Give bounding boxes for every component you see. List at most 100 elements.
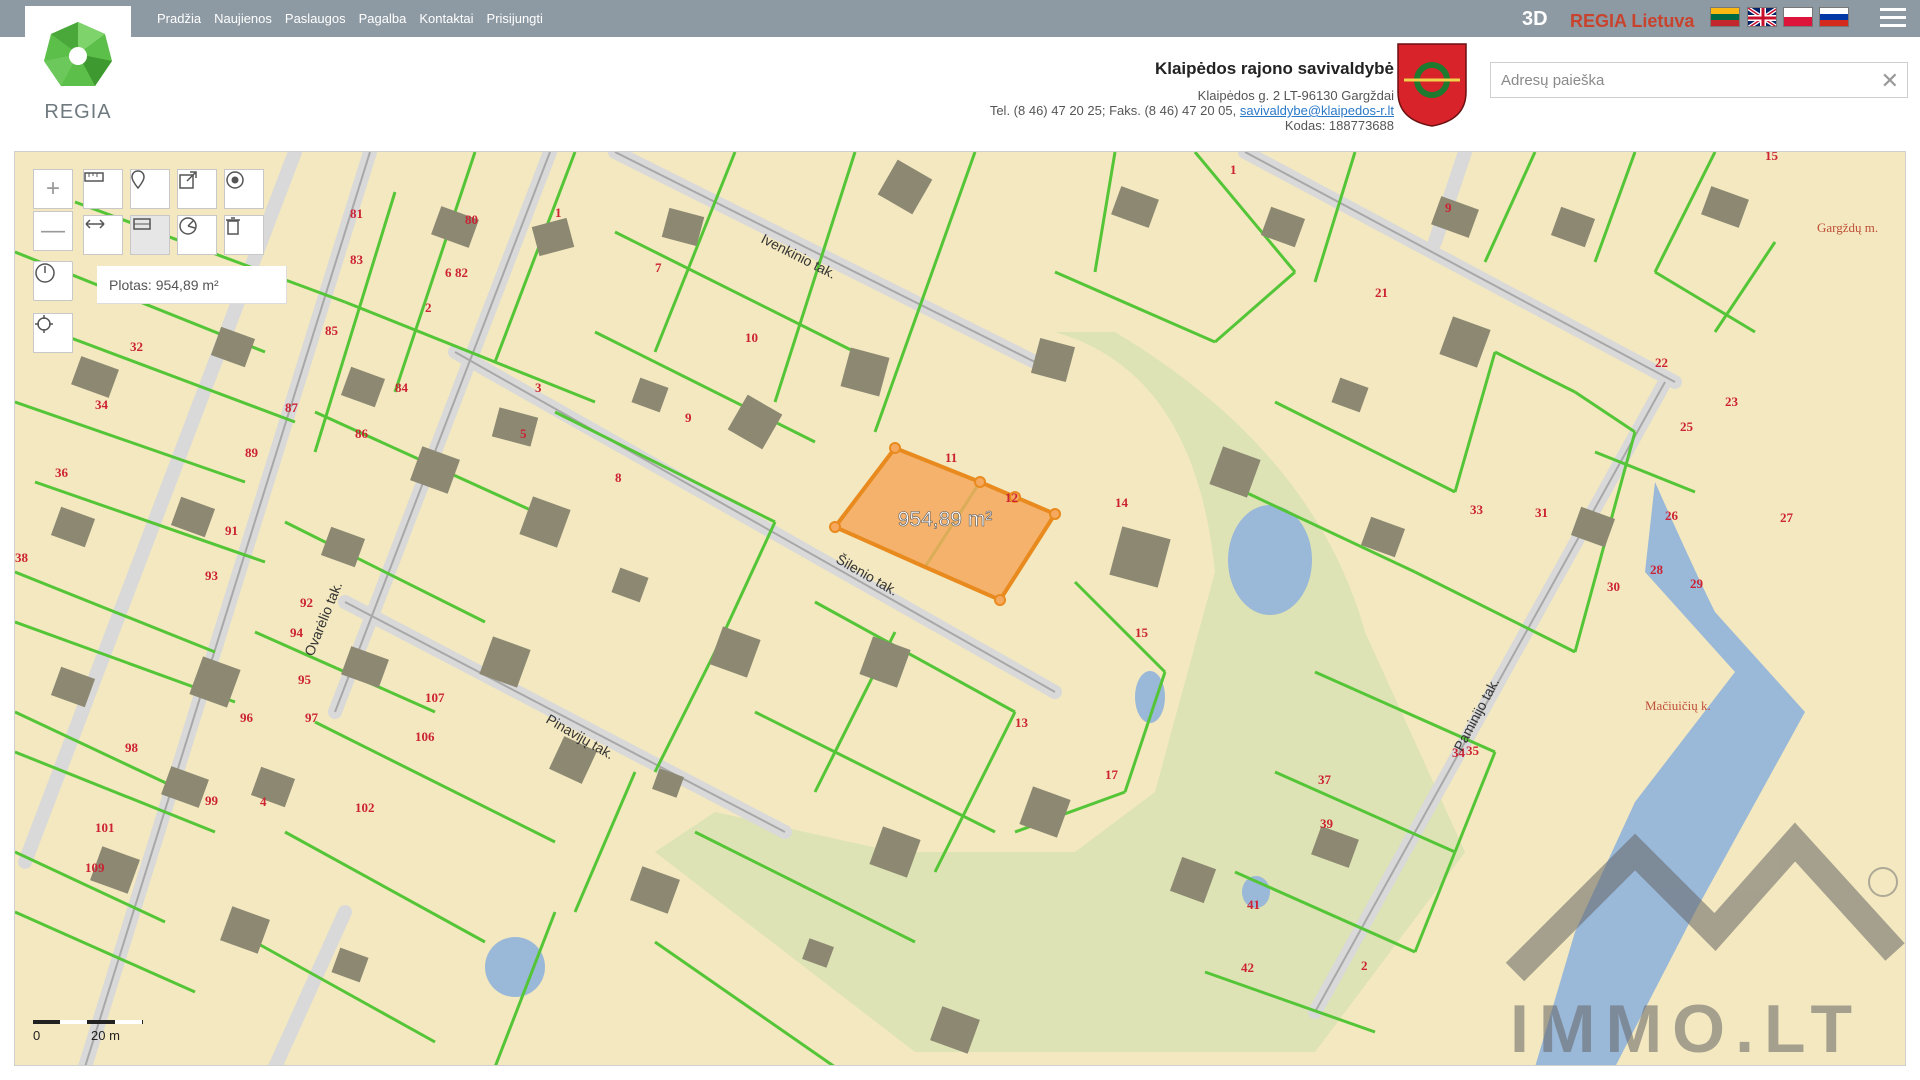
measure-area-button[interactable]: [130, 215, 170, 255]
svg-text:26: 26: [1665, 508, 1679, 523]
svg-text:102: 102: [355, 800, 375, 815]
map-canvas[interactable]: 954,89 m² 81 80 18382285843234 878689369193…: [15, 152, 1906, 1066]
flag-pl-icon[interactable]: [1783, 7, 1813, 27]
zoom-out-button[interactable]: —: [33, 211, 73, 251]
svg-text:101: 101: [95, 820, 115, 835]
nav-pradzia[interactable]: Pradžia: [157, 11, 201, 26]
municipality-address: Klaipėdos g. 2 LT-96130 Gargždai: [1197, 88, 1394, 103]
selection-area-label: 954,89 m²: [898, 508, 993, 531]
svg-text:1: 1: [555, 205, 562, 220]
svg-text:80: 80: [465, 212, 478, 227]
svg-text:95: 95: [298, 672, 312, 687]
svg-text:21: 21: [1375, 285, 1388, 300]
clock-icon: [35, 263, 55, 283]
svg-text:15: 15: [1765, 152, 1779, 163]
svg-text:6: 6: [445, 265, 452, 280]
trash-icon: [226, 217, 240, 235]
flag-en-icon[interactable]: [1747, 7, 1777, 27]
street-label-paminijo: Paminijo tak.: [1451, 675, 1503, 753]
svg-text:107: 107: [425, 690, 445, 705]
svg-text:94: 94: [290, 625, 304, 640]
svg-text:93: 93: [205, 568, 219, 583]
svg-text:28: 28: [1650, 562, 1664, 577]
regia-lietuva-link[interactable]: REGIA Lietuva: [1570, 11, 1694, 32]
main-nav: Pradžia Naujienos Paslaugos Pagalba Kont…: [157, 0, 556, 37]
svg-text:12: 12: [1005, 490, 1018, 505]
svg-text:8: 8: [615, 470, 622, 485]
area-icon: [133, 218, 151, 230]
scale-zero: 0: [33, 1028, 40, 1043]
svg-text:25: 25: [1680, 419, 1694, 434]
svg-text:41: 41: [1247, 897, 1260, 912]
svg-text:91: 91: [225, 523, 238, 538]
3d-button[interactable]: 3D: [1522, 8, 1548, 31]
svg-text:30: 30: [1607, 579, 1620, 594]
measure-angle-button[interactable]: [177, 215, 217, 255]
svg-text:87: 87: [285, 400, 299, 415]
coat-of-arms-icon: [1397, 43, 1467, 127]
svg-text:97: 97: [305, 710, 319, 725]
locate-button[interactable]: [224, 169, 264, 209]
svg-text:83: 83: [350, 252, 364, 267]
ruler-icon: [84, 172, 104, 182]
svg-text:82: 82: [455, 265, 468, 280]
svg-text:92: 92: [300, 595, 313, 610]
svg-text:98: 98: [125, 740, 139, 755]
angle-icon: [179, 217, 197, 235]
svg-text:29: 29: [1690, 576, 1704, 591]
distance-icon: [85, 219, 105, 229]
nav-pagalba[interactable]: Pagalba: [359, 11, 407, 26]
svg-text:10: 10: [745, 330, 758, 345]
svg-text:109: 109: [85, 860, 105, 875]
svg-text:27: 27: [1780, 510, 1794, 525]
svg-text:11: 11: [945, 450, 957, 465]
target-icon: [226, 171, 244, 189]
history-button[interactable]: [33, 261, 73, 301]
place-label-gargzdu: Gargždų m.: [1817, 220, 1878, 235]
regia-logo[interactable]: REGIA: [25, 6, 131, 130]
share-button[interactable]: [177, 169, 217, 209]
pond-1: [1228, 505, 1312, 615]
pin-icon: [131, 170, 145, 190]
menu-icon[interactable]: [1880, 8, 1906, 30]
svg-text:4: 4: [260, 794, 267, 809]
measure-distance-button[interactable]: [83, 215, 123, 255]
clear-search-icon[interactable]: ✕: [1881, 68, 1899, 94]
address-search-input[interactable]: [1491, 63, 1871, 97]
email-link[interactable]: savivaldybe@klaipedos-r.lt: [1240, 103, 1394, 118]
nav-paslaugos[interactable]: Paslaugos: [285, 11, 346, 26]
area-readout: Plotas: 954,89 m²: [97, 266, 287, 304]
place-label-maciuiciu: Mačiuičių k.: [1645, 698, 1711, 713]
flag-ru-icon[interactable]: [1819, 7, 1849, 27]
svg-text:106: 106: [415, 729, 435, 744]
measure-tool-button[interactable]: [83, 169, 123, 209]
svg-text:9: 9: [685, 410, 692, 425]
svg-text:14: 14: [1115, 495, 1129, 510]
watermark-text: IMMO.LT: [1510, 991, 1862, 1066]
share-icon: [179, 171, 197, 189]
svg-text:13: 13: [1015, 715, 1029, 730]
svg-text:32: 32: [130, 339, 143, 354]
gps-button[interactable]: [33, 313, 73, 353]
flag-lt-icon[interactable]: [1710, 7, 1740, 27]
nav-prisijungti[interactable]: Prisijungti: [487, 11, 543, 26]
map-view[interactable]: 954,89 m² 81 80 1 83 82 2 85 84 32 34 87 86 89 36 91 93…: [14, 151, 1906, 1066]
svg-text:17: 17: [1105, 767, 1119, 782]
svg-text:7: 7: [655, 260, 662, 275]
svg-text:34: 34: [95, 397, 109, 412]
street-label-ovarelio: Ovarėlio tak.: [301, 579, 345, 658]
address-search: ✕: [1490, 62, 1908, 98]
svg-text:23: 23: [1725, 394, 1739, 409]
marker-tool-button[interactable]: [130, 169, 170, 209]
svg-text:3: 3: [535, 380, 542, 395]
svg-text:42: 42: [1241, 960, 1254, 975]
nav-naujienos[interactable]: Naujienos: [214, 11, 272, 26]
svg-text:36: 36: [55, 465, 69, 480]
nav-kontaktai[interactable]: Kontaktai: [419, 11, 473, 26]
delete-measurement-button[interactable]: [224, 215, 264, 255]
svg-text:5: 5: [520, 426, 527, 441]
svg-text:1: 1: [1230, 162, 1237, 177]
zoom-in-button[interactable]: +: [33, 169, 73, 209]
svg-text:2: 2: [1361, 958, 1368, 973]
svg-text:15: 15: [1135, 625, 1149, 640]
